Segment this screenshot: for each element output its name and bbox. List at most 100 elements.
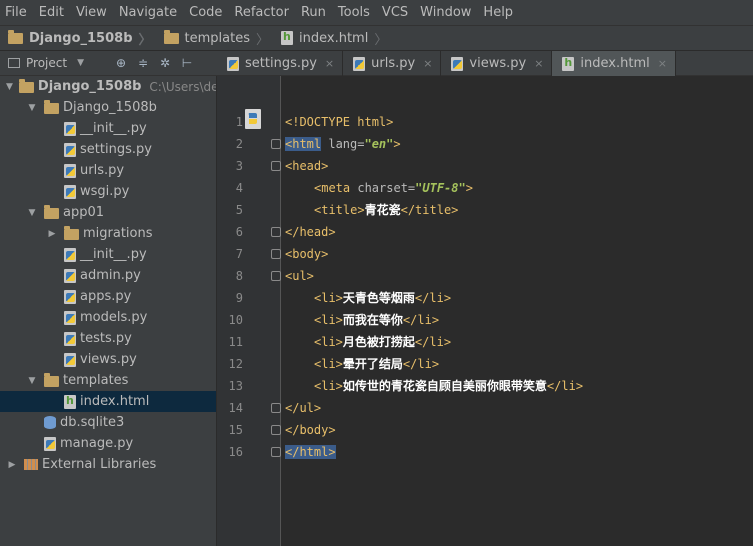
tree-node-label: admin.py xyxy=(80,268,141,283)
python-file-icon xyxy=(353,56,366,71)
tree-node[interactable]: ▼ Django_1508b C:\Users\dell\ xyxy=(0,76,216,97)
menu-item-tools[interactable]: Tools xyxy=(332,0,376,26)
code-line: </head> xyxy=(285,221,336,243)
code-token: </title> xyxy=(400,203,459,217)
fold-marker-icon[interactable] xyxy=(271,447,281,457)
tree-node[interactable]: settings.py xyxy=(0,139,216,160)
tab-settings-py[interactable]: settings.py × xyxy=(217,51,344,76)
code-line: <meta charset="UTF-8"> xyxy=(314,177,473,199)
collapse-arrow-icon[interactable]: ▶ xyxy=(6,460,18,470)
code-line: <!DOCTYPE html> xyxy=(285,111,393,133)
tree-node-label: db.sqlite3 xyxy=(60,415,125,430)
tree-node[interactable]: __init__.py xyxy=(0,244,216,265)
code-editor[interactable]: <!DOCTYPE html> <html lang="en"> <head> <me… xyxy=(281,76,753,546)
tab-label: index.html xyxy=(580,56,650,71)
tree-node[interactable]: views.py xyxy=(0,349,216,370)
menu-item-run[interactable]: Run xyxy=(295,0,332,26)
expand-arrow-icon[interactable]: ▼ xyxy=(26,103,38,113)
close-icon[interactable]: × xyxy=(658,57,667,70)
menu-item-code[interactable]: Code xyxy=(183,0,228,26)
code-line: <li>而我在等你</li> xyxy=(314,309,439,331)
fold-marker-icon[interactable] xyxy=(271,139,281,149)
tree-node[interactable]: admin.py xyxy=(0,265,216,286)
tree-node[interactable]: db.sqlite3 xyxy=(0,412,216,433)
code-line: </ul> xyxy=(285,397,321,419)
menu-item-vcs[interactable]: VCS xyxy=(376,0,414,26)
code-line: <body> xyxy=(285,243,328,265)
fold-marker-icon[interactable] xyxy=(271,425,281,435)
code-token: <head> xyxy=(285,159,329,173)
folder-icon xyxy=(18,78,34,93)
menu-item-window[interactable]: Window xyxy=(414,0,477,26)
project-path-hint: C:\Users\dell\ xyxy=(149,79,216,94)
tree-node[interactable]: ▼ app01 xyxy=(0,202,216,223)
chevron-down-icon: ▼ xyxy=(77,58,84,68)
breadcrumb-project[interactable]: Django_1508b 〉 xyxy=(0,26,156,51)
tab-urls-py[interactable]: urls.py × xyxy=(343,51,442,76)
line-number: 10 xyxy=(228,313,243,327)
line-number: 11 xyxy=(228,335,243,349)
tree-node-label: models.py xyxy=(80,310,148,325)
editor-gutter: 1 2 3 4 5 6 7 8 9 10 11 12 13 14 15 16 xyxy=(217,76,281,546)
folder-icon xyxy=(64,225,79,240)
python-file-icon xyxy=(227,56,239,71)
scroll-from-source-icon[interactable]: ⊕ xyxy=(110,56,132,70)
code-line: </body> xyxy=(285,419,336,441)
fold-marker-icon[interactable] xyxy=(271,249,281,259)
menu-item-help[interactable]: Help xyxy=(477,0,519,26)
project-view-icon xyxy=(8,58,20,68)
python-file-icon xyxy=(64,268,76,283)
menu-item-edit[interactable]: Edit xyxy=(33,0,70,26)
tree-node[interactable]: ▶ migrations xyxy=(0,223,216,244)
collapse-all-icon[interactable]: ≑ xyxy=(132,56,154,70)
tree-node[interactable]: index.html xyxy=(0,391,216,412)
project-view-selector[interactable]: Project ▼ xyxy=(0,56,110,70)
expand-arrow-icon[interactable]: ▼ xyxy=(6,82,13,92)
fold-marker-icon[interactable] xyxy=(271,271,281,281)
python-file-icon xyxy=(64,163,76,178)
expand-arrow-icon[interactable]: ▼ xyxy=(26,208,38,218)
tab-label: views.py xyxy=(469,56,527,71)
tree-node[interactable]: ▼ Django_1508b xyxy=(0,97,216,118)
breadcrumb-file[interactable]: index.html 〉 xyxy=(273,26,391,51)
code-token: <li> xyxy=(314,335,343,349)
menu-item-refactor[interactable]: Refactor xyxy=(228,0,295,26)
project-toolbar: Project ▼ ⊕ ≑ ✲ ⊢ xyxy=(0,51,217,76)
tree-node[interactable]: models.py xyxy=(0,307,216,328)
expand-arrow-icon[interactable]: ▼ xyxy=(26,376,38,386)
tree-node[interactable]: wsgi.py xyxy=(0,181,216,202)
collapse-arrow-icon[interactable]: ▶ xyxy=(46,229,58,239)
tab-views-py[interactable]: views.py × xyxy=(441,51,553,76)
fold-marker-icon[interactable] xyxy=(271,227,281,237)
tree-node[interactable]: apps.py xyxy=(0,286,216,307)
gear-icon[interactable]: ✲ xyxy=(154,56,176,70)
python-file-icon xyxy=(44,436,56,451)
code-token: <li> xyxy=(314,313,343,327)
fold-marker-icon[interactable] xyxy=(271,161,281,171)
folder-icon xyxy=(44,99,59,114)
code-token: charset= xyxy=(350,181,416,195)
tree-node[interactable]: tests.py xyxy=(0,328,216,349)
line-number: 16 xyxy=(228,445,243,459)
line-number: 14 xyxy=(228,401,243,415)
code-token: <title> xyxy=(314,203,365,217)
breadcrumb-templates[interactable]: templates 〉 xyxy=(156,26,273,51)
tree-node[interactable]: ▶ External Libraries xyxy=(0,454,216,475)
close-icon[interactable]: × xyxy=(325,57,334,70)
tab-index-html[interactable]: index.html × xyxy=(552,51,676,76)
close-icon[interactable]: × xyxy=(534,57,543,70)
tree-node[interactable]: ▼ templates xyxy=(0,370,216,391)
tree-node[interactable]: manage.py xyxy=(0,433,216,454)
tree-node[interactable]: __init__.py xyxy=(0,118,216,139)
menu-item-view[interactable]: View xyxy=(70,0,113,26)
tree-node-label: Django_1508b xyxy=(63,100,157,115)
menu-item-navigate[interactable]: Navigate xyxy=(113,0,183,26)
code-token: "UTF-8" xyxy=(415,181,466,195)
close-icon[interactable]: × xyxy=(423,57,432,70)
breadcrumb: Django_1508b 〉 templates 〉 index.html 〉 xyxy=(0,26,753,51)
menu-item-file[interactable]: File xyxy=(0,0,33,26)
hide-panel-icon[interactable]: ⊢ xyxy=(176,56,198,70)
fold-marker-icon[interactable] xyxy=(271,403,281,413)
folder-icon xyxy=(163,30,179,44)
tree-node[interactable]: urls.py xyxy=(0,160,216,181)
